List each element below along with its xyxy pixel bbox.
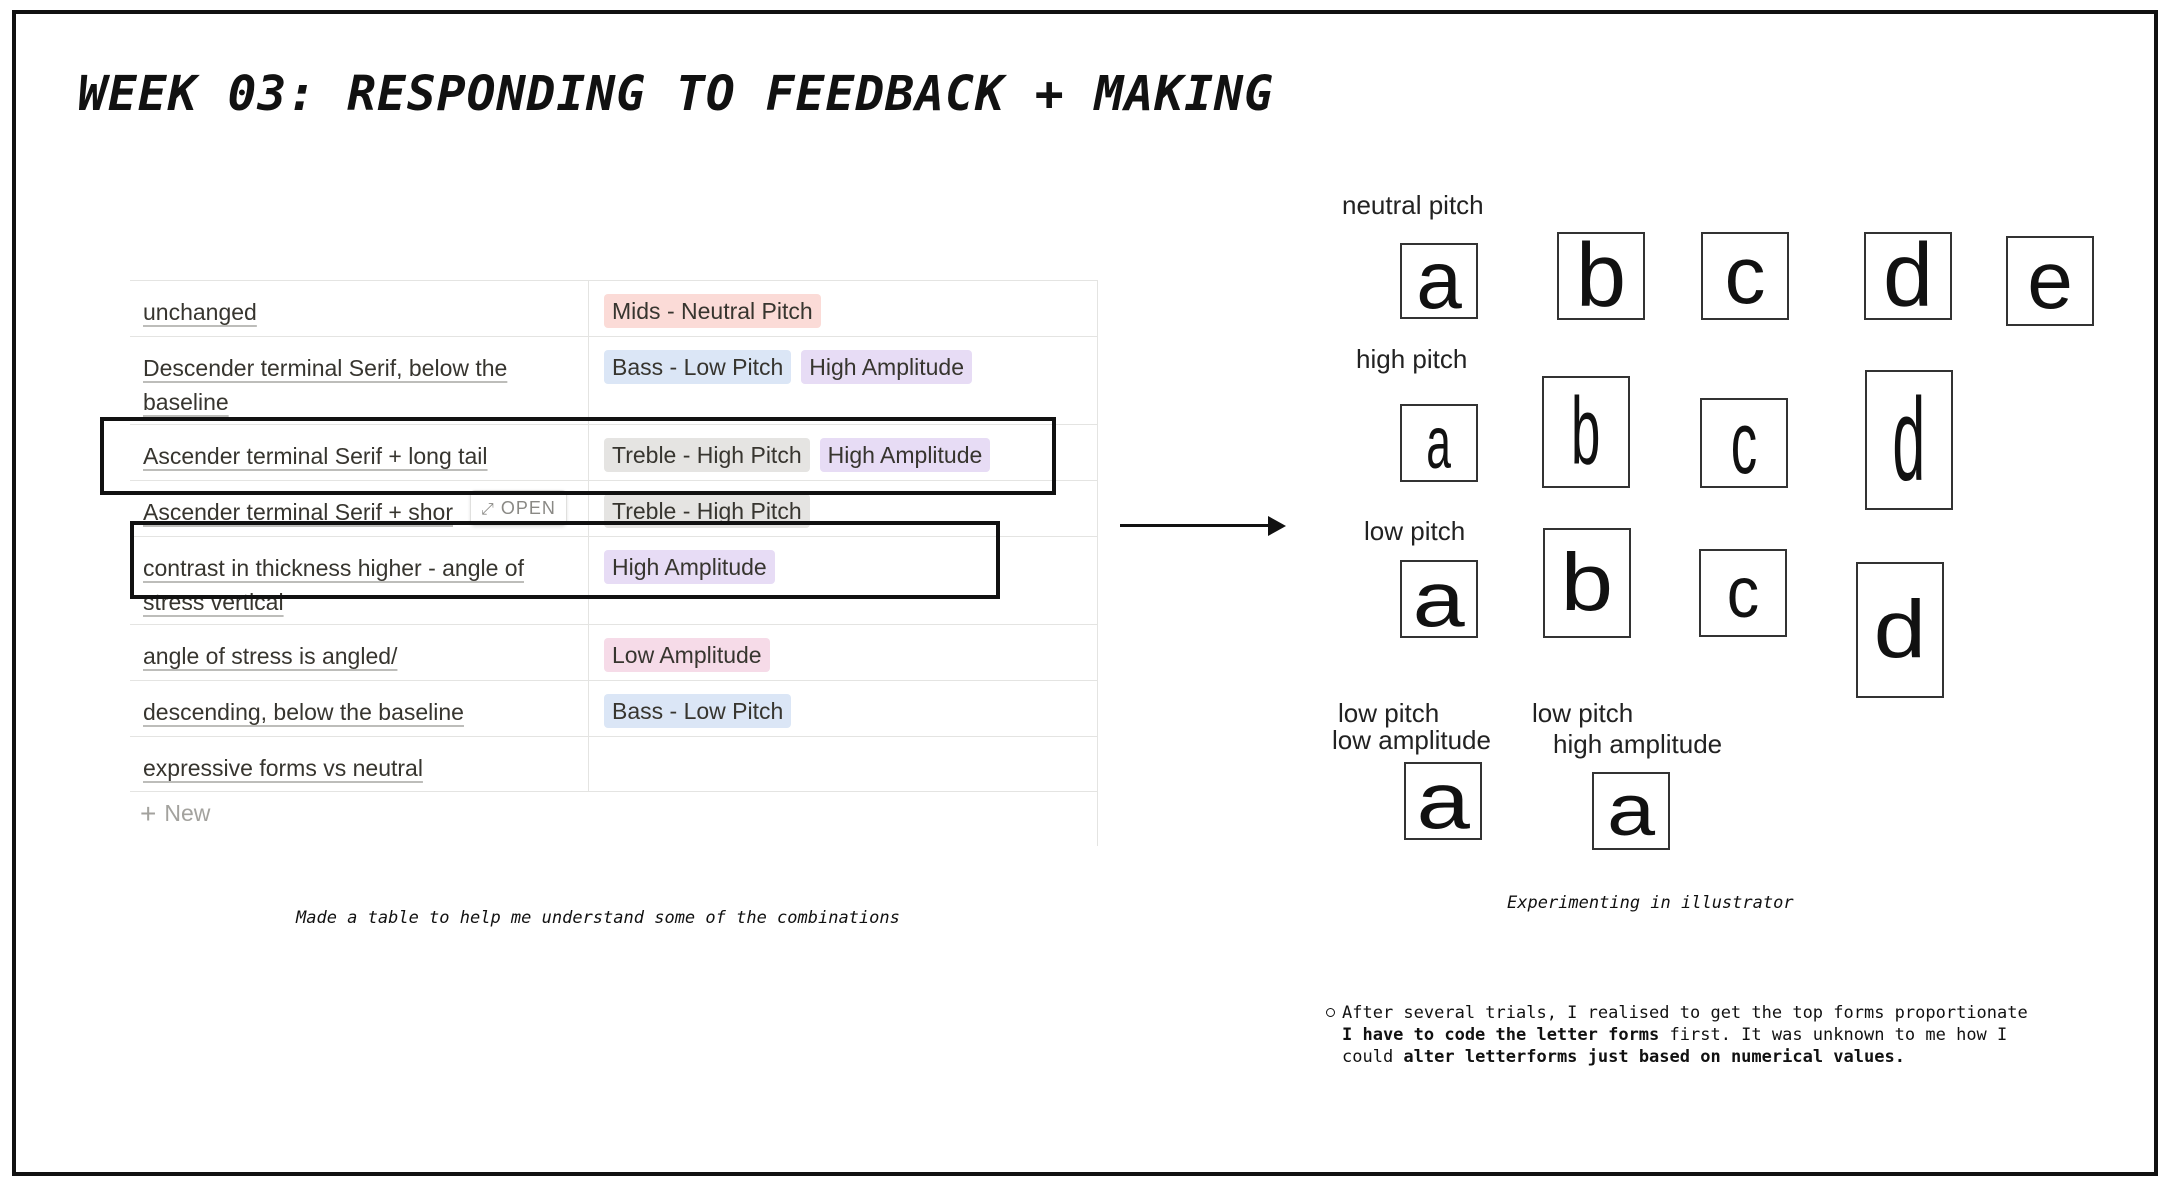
row-name[interactable]: angle of stress is angled/	[143, 639, 573, 673]
glyph-low-c: c	[1699, 549, 1787, 637]
glyph-text: a	[1606, 772, 1656, 850]
table-row[interactable]: Descender terminal Serif, below the base…	[130, 336, 1098, 424]
glyph-neutral-e: e	[2006, 236, 2094, 326]
glyph-text: c	[1730, 398, 1758, 488]
note-paragraph: After several trials, I realised to get …	[1342, 1002, 2046, 1068]
table-row[interactable]: descending, below the baseline Bass - Lo…	[130, 680, 1098, 736]
glyph-neutral-b: b	[1557, 232, 1645, 320]
expand-icon: ⤢	[481, 501, 495, 518]
label-low-amplitude: low amplitude	[1332, 725, 1491, 755]
open-label: OPEN	[500, 498, 556, 518]
row-name[interactable]: Descender terminal Serif, below the base…	[143, 351, 573, 419]
tag[interactable]: Low Amplitude	[604, 638, 770, 672]
glyph-low-low-a: a	[1404, 762, 1482, 840]
label-neutral-pitch: neutral pitch	[1342, 190, 1484, 220]
glyph-low-d: d	[1856, 562, 1944, 698]
tag[interactable]: Mids - Neutral Pitch	[604, 294, 821, 328]
row-tags: Low Amplitude	[604, 638, 770, 672]
arrow-right-icon	[1268, 516, 1286, 536]
table-row[interactable]: expressive forms vs neutral	[130, 736, 1098, 792]
new-row-button[interactable]: + New	[140, 798, 210, 830]
row-name[interactable]: descending, below the baseline	[143, 695, 573, 729]
glyph-high-a: a	[1400, 404, 1478, 482]
bullet-icon	[1326, 1008, 1335, 1017]
plus-icon: +	[140, 798, 157, 829]
glyph-text: a	[1416, 762, 1470, 840]
glyph-high-c: c	[1700, 398, 1788, 488]
reflection-note: After several trials, I realised to get …	[1326, 1002, 2046, 1068]
glyph-text: b	[1560, 537, 1614, 628]
label-high-amplitude: high amplitude	[1553, 729, 1723, 759]
glyph-text: c	[1726, 553, 1760, 633]
row-name[interactable]: expressive forms vs neutral	[143, 751, 573, 785]
arrow-line	[1120, 524, 1270, 527]
glyph-high-b: b	[1542, 376, 1630, 488]
highlight-box-contrast	[130, 521, 1000, 599]
table-row[interactable]: angle of stress is angled/ Low Amplitude	[130, 624, 1098, 680]
glyph-low-a: a	[1400, 560, 1478, 638]
illustrator-caption: Experimenting in illustrator	[1507, 893, 1794, 913]
glyph-high-d: d	[1865, 370, 1953, 510]
table-row[interactable]: unchanged Mids - Neutral Pitch	[130, 280, 1098, 336]
tag[interactable]: High Amplitude	[801, 350, 972, 384]
note-emphasis: alter letterforms just based on numerica…	[1403, 1047, 1905, 1067]
glyph-text: d	[1892, 374, 1926, 506]
label-low-pitch-2: low pitch	[1532, 698, 1634, 728]
page-title: WEEK 03: RESPONDING TO FEEDBACK + MAKING	[78, 66, 1274, 122]
tag[interactable]: Bass - Low Pitch	[604, 350, 792, 384]
new-label: New	[164, 800, 211, 826]
label-low-pitch: low pitch	[1364, 516, 1466, 546]
glyph-neutral-c: c	[1701, 232, 1789, 320]
row-tags: Mids - Neutral Pitch	[604, 294, 821, 328]
note-emphasis: I have to code the letter forms	[1342, 1025, 1660, 1045]
glyph-text: a	[1426, 404, 1452, 482]
glyph-text: b	[1571, 378, 1601, 485]
glyph-neutral-a: a	[1400, 243, 1478, 319]
glyph-neutral-d: d	[1864, 232, 1952, 320]
glyph-low-high-a: a	[1592, 772, 1670, 850]
row-tags: Bass - Low Pitch High Amplitude	[604, 350, 972, 384]
glyph-text: a	[1412, 560, 1466, 638]
glyph-low-b: b	[1543, 528, 1631, 638]
row-name[interactable]: unchanged	[143, 295, 573, 329]
glyph-text: d	[1873, 584, 1927, 675]
label-high-pitch: high pitch	[1356, 344, 1468, 374]
highlight-box-ascender-long-tail	[100, 417, 1056, 495]
tag[interactable]: Bass - Low Pitch	[604, 694, 792, 728]
row-tags: Bass - Low Pitch	[604, 694, 792, 728]
note-text: After several trials, I realised to get …	[1342, 1003, 2028, 1023]
table-caption: Made a table to help me understand some …	[296, 908, 900, 928]
